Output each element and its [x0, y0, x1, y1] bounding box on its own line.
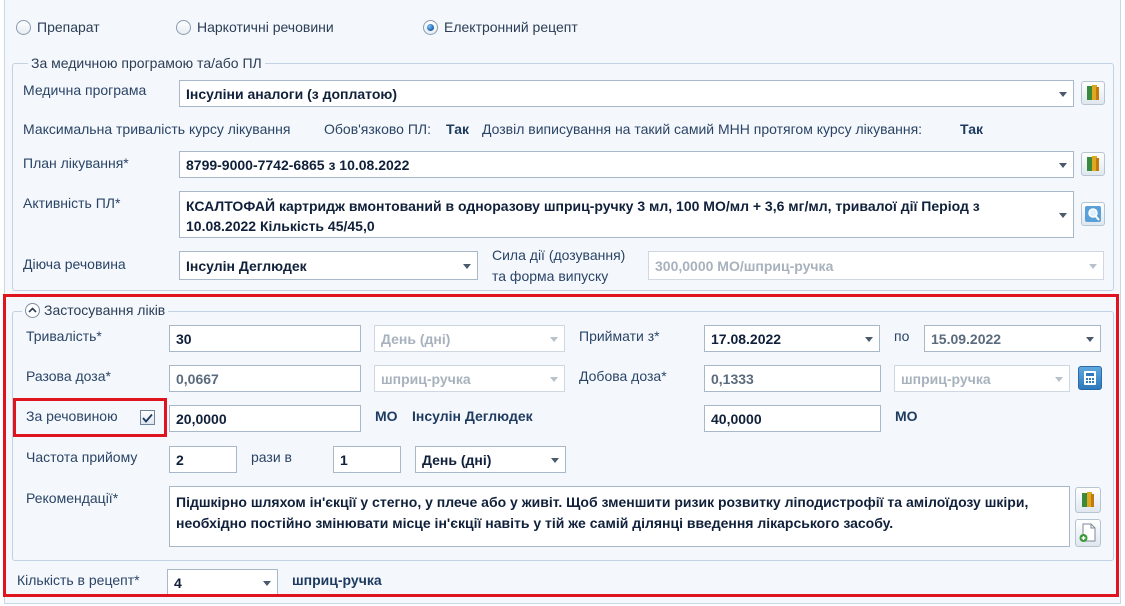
- mandatory-pl-value: Так: [446, 121, 469, 137]
- radio-circle-selected-icon: [423, 19, 438, 35]
- radio-circle-icon: [176, 19, 191, 35]
- activity-label: Активність ПЛ*: [23, 195, 121, 211]
- magnifier-icon: [1085, 206, 1101, 222]
- usage-section-highlight: [3, 294, 1119, 597]
- radio-circle-icon: [16, 19, 31, 35]
- book-icon: [1087, 156, 1099, 171]
- radio-drug[interactable]: Препарат: [16, 19, 100, 35]
- book-icon: [1087, 85, 1099, 100]
- plan-lookup-button[interactable]: [1081, 152, 1105, 176]
- chevron-down-icon: [1059, 212, 1067, 218]
- chevron-down-icon: [1089, 263, 1097, 269]
- chevron-down-icon: [1059, 91, 1067, 97]
- max-duration-label: Максимальна тривалість курсу лікування: [23, 121, 291, 137]
- strength-label-line1: Сила дії (дозування): [492, 247, 626, 263]
- mandatory-pl-label: Обов'язково ПЛ:: [324, 121, 431, 137]
- strength-select[interactable]: 300,0000 МО/шприц-ручка: [648, 251, 1104, 280]
- program-group-title: За медичною програмою та/або ПЛ: [28, 55, 265, 71]
- plan-label: План лікування*: [23, 155, 129, 171]
- chevron-down-icon: [1059, 162, 1067, 168]
- chevron-down-icon: [463, 263, 471, 269]
- activity-search-button[interactable]: [1081, 202, 1105, 226]
- radio-e-prescription[interactable]: Електронний рецепт: [423, 19, 578, 35]
- strength-label-line2: та форма випуску: [492, 268, 609, 284]
- plan-select[interactable]: 8799-9000-7742-6865 з 10.08.2022: [179, 151, 1074, 178]
- radio-narcotic[interactable]: Наркотичні речовини: [176, 19, 334, 35]
- substance-select[interactable]: Інсулін Деглюдек: [179, 251, 478, 280]
- medical-program-select[interactable]: Інсуліни аналоги (з доплатою): [179, 80, 1074, 107]
- substance-label: Діюча речовина: [23, 256, 126, 272]
- same-mnn-label: Дозвіл виписування на такий самий МНН пр…: [482, 121, 923, 137]
- same-mnn-value: Так: [960, 121, 983, 137]
- program-lookup-button[interactable]: [1081, 81, 1105, 105]
- activity-select[interactable]: КСАЛТОФАЙ картридж вмонтований в однораз…: [179, 191, 1074, 238]
- medical-program-label: Медична програма: [23, 82, 147, 98]
